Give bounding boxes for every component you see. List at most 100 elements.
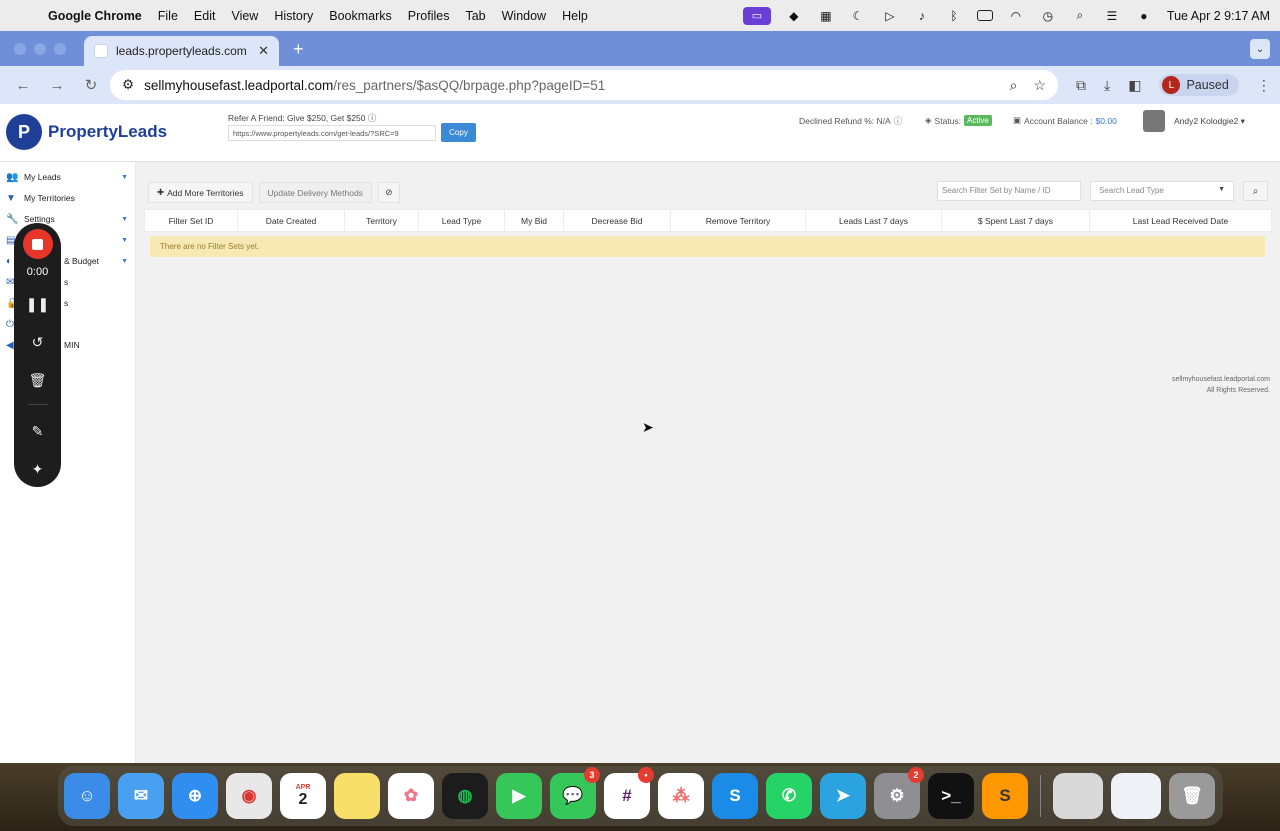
sidebar-item-settings[interactable]: 🔧 Settings ▼ <box>6 213 128 225</box>
reload-icon[interactable]: ↻ <box>76 70 106 100</box>
filter-search-input[interactable]: Search Filter Set by Name / ID <box>937 181 1081 201</box>
side-panel-icon[interactable]: ◧ <box>1128 77 1141 94</box>
pause-icon[interactable]: ❚❚ <box>26 292 50 316</box>
skype-icon[interactable]: S <box>712 773 758 819</box>
copy-button[interactable]: Copy <box>441 123 476 142</box>
bookmark-star-icon[interactable]: ☆ <box>1033 77 1046 94</box>
safari-icon[interactable]: ⊕ <box>172 773 218 819</box>
spotify-icon[interactable]: ◍ <box>442 773 488 819</box>
menu-edit[interactable]: Edit <box>186 9 224 23</box>
close-window-icon[interactable] <box>14 43 26 55</box>
moon-icon[interactable]: ☾ <box>849 9 867 23</box>
bluetooth-icon[interactable]: ᛒ <box>945 9 963 23</box>
stop-recording-button[interactable] <box>22 229 53 259</box>
footer-rights: All Rights Reserved. <box>1206 387 1270 394</box>
control-center-icon[interactable]: ☰ <box>1103 9 1121 23</box>
new-tab-icon[interactable]: + <box>293 39 304 60</box>
menu-window[interactable]: Window <box>494 9 554 23</box>
minimized-window-icon[interactable] <box>1111 773 1161 819</box>
zoom-icon[interactable]: ⌕ <box>1010 77 1018 94</box>
downloads-icon[interactable]: ⤓ <box>1104 77 1110 94</box>
menu-file[interactable]: File <box>150 9 186 23</box>
restart-icon[interactable]: ↺ <box>26 330 50 354</box>
spotlight-search-icon[interactable]: ⌕ <box>1071 8 1089 23</box>
trash-icon[interactable]: 🗑 <box>26 368 50 392</box>
sublime-text-icon[interactable]: S <box>982 773 1028 819</box>
menu-view[interactable]: View <box>223 9 266 23</box>
messages-icon[interactable]: 💬 3 <box>550 767 600 819</box>
back-icon[interactable]: ← <box>8 70 38 100</box>
menu-tab[interactable]: Tab <box>457 9 493 23</box>
column-header[interactable]: Remove Territory <box>670 209 806 232</box>
user-menu[interactable]: Andy2 Kolodgie2 ▾ <box>1174 116 1245 127</box>
pencil-icon[interactable]: ✎ <box>26 419 50 443</box>
asana-icon[interactable]: ⁂ <box>658 773 704 819</box>
refer-link-field[interactable]: https://www.propertyleads.com/get-leads/… <box>228 125 436 141</box>
update-delivery-button[interactable]: Update Delivery Methods <box>258 182 372 203</box>
siri-icon[interactable]: ● <box>1135 9 1153 23</box>
system-settings-icon[interactable]: ⚙ 2 <box>874 767 924 819</box>
add-territories-button[interactable]: ✚ Add More Territories <box>148 182 253 203</box>
column-header[interactable]: Date Created <box>237 209 345 232</box>
profile-button[interactable]: L Paused <box>1159 74 1239 96</box>
minimize-window-icon[interactable] <box>34 43 46 55</box>
menu-help[interactable]: Help <box>554 9 596 23</box>
column-header[interactable]: Filter Set ID <box>144 209 238 232</box>
address-bar[interactable]: ⚙ sellmyhousefast.leadportal.com/res_par… <box>110 70 1058 100</box>
menubar-clock[interactable]: Tue Apr 2 9:17 AM <box>1167 9 1270 23</box>
finder-icon[interactable]: ☺ <box>64 773 110 819</box>
magic-wand-icon[interactable]: ✦ <box>26 457 50 481</box>
facetime-icon[interactable]: ▶ <box>496 773 542 819</box>
notes-icon[interactable] <box>334 773 380 819</box>
sidebar-item-my-leads[interactable]: 👥 My Leads ▼ <box>6 171 128 183</box>
lead-type-select[interactable]: Search Lead Type ▼ <box>1090 181 1234 201</box>
menu-app-name[interactable]: Google Chrome <box>40 9 150 23</box>
info-icon[interactable]: ⓘ <box>894 115 903 127</box>
column-header[interactable]: Leads Last 7 days <box>805 209 942 232</box>
volume-icon[interactable]: ♪ <box>913 9 931 23</box>
telegram-icon[interactable]: ➤ <box>820 773 866 819</box>
screen-share-icon[interactable]: ▭ <box>742 6 771 25</box>
macos-menubar: Google Chrome File Edit View History Boo… <box>0 0 1280 31</box>
url-host: sellmyhousefast.leadportal.com <box>144 77 334 93</box>
terminal-icon[interactable]: >_ <box>928 773 974 819</box>
info-icon[interactable]: ⓘ <box>368 113 377 123</box>
site-logo[interactable]: P PropertyLeads <box>6 114 167 150</box>
slack-icon[interactable]: # • <box>604 767 654 819</box>
tab-search-icon[interactable]: ⌄ <box>1250 39 1270 59</box>
time-machine-icon[interactable]: ◷ <box>1039 9 1057 23</box>
menu-profiles[interactable]: Profiles <box>400 9 458 23</box>
column-header[interactable]: My Bid <box>504 209 564 232</box>
display-icon[interactable]: ▦ <box>817 9 835 23</box>
mouse-cursor-icon: ➤ <box>642 419 654 435</box>
column-header[interactable]: Territory <box>344 209 419 232</box>
forward-icon[interactable]: → <box>42 70 72 100</box>
dropbox-icon[interactable]: ◆ <box>785 9 803 23</box>
column-header[interactable]: Lead Type <box>418 209 505 232</box>
photos-icon[interactable]: ✿ <box>388 773 434 819</box>
menu-bookmarks[interactable]: Bookmarks <box>321 9 400 23</box>
hide-icon[interactable]: ⊘ <box>377 182 400 203</box>
menu-history[interactable]: History <box>266 9 321 23</box>
battery-icon[interactable] <box>976 10 993 21</box>
user-avatar[interactable] <box>1143 110 1165 132</box>
chrome-menu-icon[interactable]: ⋮ <box>1257 77 1271 94</box>
zoom-window-icon[interactable] <box>54 43 66 55</box>
minimized-window-icon[interactable] <box>1053 773 1103 819</box>
mail-icon[interactable]: ✉ <box>118 773 164 819</box>
extensions-icon[interactable]: ⧉ <box>1076 77 1086 94</box>
close-tab-icon[interactable]: ✕ <box>258 43 269 59</box>
whatsapp-icon[interactable]: ✆ <box>766 773 812 819</box>
sidebar-item-my-territories[interactable]: ▼ My Territories <box>6 192 128 204</box>
chrome-icon[interactable]: ◉ <box>226 773 272 819</box>
column-header[interactable]: Last Lead Received Date <box>1089 209 1272 232</box>
search-icon[interactable]: ⌕ <box>1243 181 1268 201</box>
play-icon[interactable]: ▷ <box>881 9 899 23</box>
column-header[interactable]: $ Spent Last 7 days <box>941 209 1090 232</box>
wifi-icon[interactable]: ◠ <box>1007 9 1025 23</box>
column-header[interactable]: Decrease Bid <box>563 209 671 232</box>
site-info-icon[interactable]: ⚙ <box>122 77 134 93</box>
trash-icon[interactable]: 🗑 <box>1169 773 1215 819</box>
browser-tab[interactable]: leads.propertyleads.com - M ✕ <box>84 36 279 66</box>
calendar-icon[interactable]: APR 2 <box>280 773 326 819</box>
